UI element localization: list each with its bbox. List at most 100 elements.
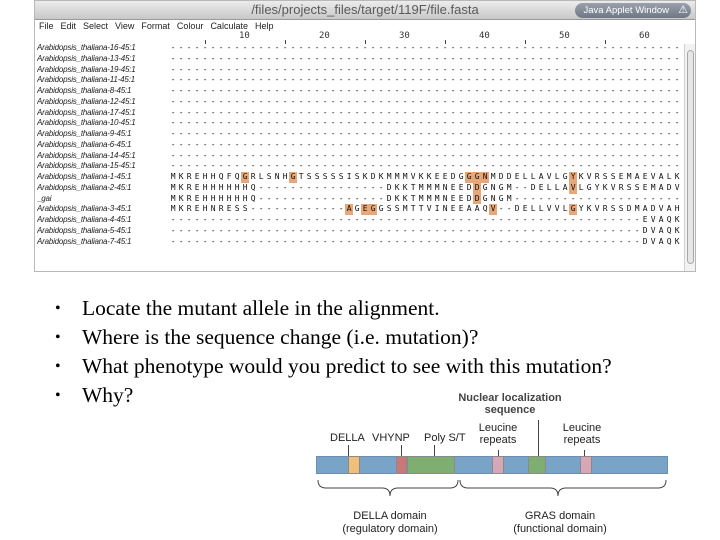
ruler-label: 60 [639,31,650,41]
gras-domain-label: GRAS domain [524,510,596,522]
ruler-label: 30 [399,31,410,41]
sequence-row: ----------------------------------------… [169,215,683,226]
residue: K [674,225,680,235]
sequence-row: MKREHNRESS------------AGEGGSSMTTVINEEAAQ… [169,204,683,215]
residue: - [674,43,680,52]
domain-braces [317,479,667,497]
residue: H [674,204,680,214]
sequence-name[interactable]: Arabidopsis_thaliana-5-45:1 [37,226,169,237]
sequence-row: ----------------------------------------… [169,108,683,119]
sequence-row: ----------------------------------------… [169,118,683,129]
residue: - [674,193,680,203]
sequence-row: MKREHHQFQGRLSNHGTSSSSSISKDKMMMVKKEEDGGGN… [169,172,683,183]
leucine-repeat-2 [580,456,592,474]
della-motif [348,456,360,474]
residue: - [674,118,680,128]
leucine-repeat-1 [492,456,504,474]
applet-warning-badge[interactable]: Java Applet Window [575,3,691,18]
ruler-label: 40 [479,31,490,41]
sequence-row: ----------------------------------------… [169,161,683,172]
sequence-name[interactable]: Arabidopsis_thaliana-1-45:1 [37,172,169,183]
sequence-name[interactable]: Arabidopsis_thaliana-12-45:1 [37,97,169,108]
sequence-row: ----------------------------------------… [169,65,683,76]
residue: - [674,64,680,74]
della-protein-diagram: Nuclear localization sequence DELLA VHYN… [300,388,680,540]
question-text: What phenotype would you predict to see … [82,354,612,378]
nls-label: Nuclear localization sequence [458,392,562,416]
sequence-name[interactable]: Arabidopsis_thaliana-3-45:1 [37,204,169,215]
sequence-name[interactable]: Arabidopsis_thaliana-16-45:1 [37,43,169,54]
bullet-icon: • [55,329,61,346]
sequence-row: ----------------------------------------… [169,75,683,86]
ruler-label: 50 [559,31,570,41]
question-text: Locate the mutant allele in the alignmen… [82,296,440,320]
residue: - [674,96,680,106]
sequence-row: ----------------------------------------… [169,129,683,140]
sequence-names: Arabidopsis_thaliana-16-45:1 Arabidopsis_… [37,43,169,247]
polyst-label: Poly S/T [424,432,466,444]
sequence-row: ----------------------------------------… [169,43,683,54]
residue: - [674,53,680,63]
leucine-repeats-label-2: Leucine repeats [562,422,602,446]
residue: - [674,161,680,171]
bullet-icon: • [55,387,61,404]
applet-badge-label: Java Applet Window [583,5,669,16]
sequence-name[interactable]: Arabidopsis_thaliana-2-45:1 [37,183,169,194]
ruler-label: 20 [319,31,330,41]
vhynp-label: VHYNP [372,432,410,444]
sequence-name[interactable]: Arabidopsis_thaliana-19-45:1 [37,65,169,76]
residue: - [674,107,680,117]
sequence-row: ----------------------------------------… [169,97,683,108]
question-text: Why? [82,383,134,407]
residue: V [674,182,680,192]
vertical-scrollbar[interactable] [684,44,695,271]
window-titlebar[interactable]: /files/projects_files/target/119F/file.f… [35,1,695,20]
sequence-name[interactable]: _gai [37,194,169,205]
sequence-name[interactable]: Arabidopsis_thaliana-17-45:1 [37,108,169,119]
sequence-name[interactable]: Arabidopsis_thaliana-10-45:1 [37,118,169,129]
residue: - [674,129,680,138]
question-item: • What phenotype would you predict to se… [52,352,612,381]
sequence-name[interactable]: Arabidopsis_thaliana-14-45:1 [37,151,169,162]
sequence-row: ----------------------------------------… [169,237,683,248]
gras-domain-sublabel: (functional domain) [513,523,607,535]
nls-pointer [538,420,539,457]
sequence-name[interactable]: Arabidopsis_thaliana-15-45:1 [37,161,169,172]
bullet-icon: • [55,300,61,317]
sequence-name[interactable]: Arabidopsis_thaliana-11-45:1 [37,75,169,86]
alignment-window: /files/projects_files/target/119F/file.f… [34,0,696,272]
residue: - [674,150,680,160]
della-domain-label: DELLA domain [353,510,427,522]
question-item: • Where is the sequence change (i.e. mut… [52,323,612,352]
leucine-repeats-label-1: Leucine repeats [478,422,518,446]
sequence-row: ----------------------------------------… [169,226,683,237]
scrollbar-thumb[interactable] [687,50,694,264]
sequence-row: ----------------------------------------… [169,151,683,162]
bullet-icon: • [55,358,61,375]
nls-motif [528,456,546,474]
polyst-motif [407,456,455,474]
warning-icon: ⚠ [678,4,688,16]
residue: - [674,75,680,85]
sequence-name[interactable]: Arabidopsis_thaliana-7-45:1 [37,237,169,248]
sequence-name[interactable]: Arabidopsis_thaliana-8-45:1 [37,86,169,97]
residue: K [674,172,680,181]
sequence-row: ----------------------------------------… [169,54,683,65]
sequence-name[interactable]: Arabidopsis_thaliana-6-45:1 [37,140,169,151]
della-domain-sublabel: (regulatory domain) [342,523,438,535]
residue: - [674,86,680,95]
sequence-row: MKREHHHHHHQ----------------DKKTMMMNEEDDG… [169,182,683,194]
sequence-row: ----------------------------------------… [169,86,683,97]
vhynp-motif [396,456,407,474]
residue: K [674,236,680,246]
della-label: DELLA [330,432,365,444]
sequence-name[interactable]: Arabidopsis_thaliana-13-45:1 [37,54,169,65]
sequence-name[interactable]: Arabidopsis_thaliana-4-45:1 [37,215,169,226]
sequence-row: ----------------------------------------… [169,140,683,151]
sequence-alignment: ----------------------------------------… [169,43,683,247]
ruler-label: 10 [239,31,250,41]
residue: - [674,139,680,149]
residue: K [674,215,680,224]
question-text: Where is the sequence change (i.e. mutat… [82,325,479,349]
sequence-name[interactable]: Arabidopsis_thaliana-9-45:1 [37,129,169,140]
